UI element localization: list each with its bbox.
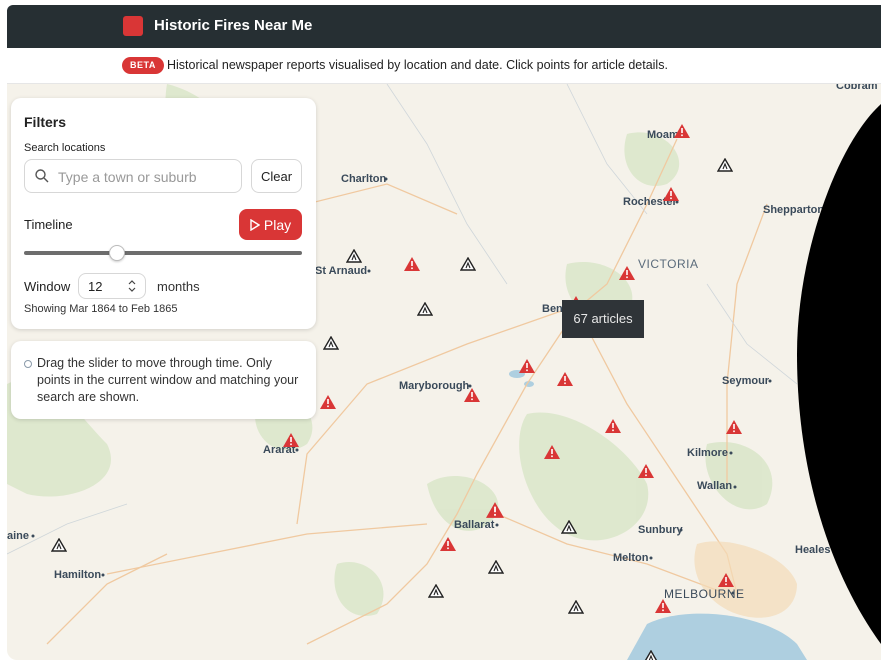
fire-alert-icon[interactable] [718,573,734,587]
play-label: Play [263,216,292,233]
fire-alert-icon[interactable] [320,395,336,409]
fire-outline-icon[interactable] [346,249,362,263]
window-label: Window [24,279,71,294]
play-button[interactable]: Play [239,209,302,240]
fire-alert-icon[interactable] [283,433,299,447]
place-label: Ballarat [454,519,495,531]
place-label: MELBOURNE [664,587,745,601]
top-bar: Historic Fires Near Me [7,5,881,48]
fire-outline-icon[interactable] [323,336,339,350]
place-label: VICTORIA [638,257,699,271]
fire-alert-icon[interactable] [638,464,654,478]
window-value: 12 [88,279,103,294]
slider-handle[interactable] [108,245,125,261]
fire-outline-icon[interactable] [488,560,504,574]
place-label: Wallan [697,480,733,492]
place-label: Charlton [341,173,387,185]
fire-alert-icon[interactable] [544,445,560,459]
fire-alert-icon[interactable] [726,420,742,434]
clear-button[interactable]: Clear [251,159,302,193]
fire-outline-icon[interactable] [417,302,433,316]
place-label: St Arnaud [315,265,368,277]
window-months-input[interactable]: 12 [78,273,146,299]
fire-alert-icon[interactable] [655,599,671,613]
fire-alert-icon[interactable] [557,372,573,386]
date-range-text: Showing Mar 1864 to Feb 1865 [24,303,178,315]
play-icon [250,218,261,231]
fire-alert-icon[interactable] [605,419,621,433]
help-text: Drag the slider to move through time. On… [37,356,299,404]
fire-alert-icon[interactable] [440,537,456,551]
fire-alert-icon[interactable] [619,266,635,280]
fire-alert-icon[interactable] [519,359,535,373]
place-label: Seymour [722,375,770,387]
search-label: Search locations [24,142,106,154]
place-label: Sunbury [638,524,683,536]
fire-outline-icon[interactable] [460,257,476,271]
filters-panel: Filters Search locations Clear Timeline … [11,98,316,329]
place-label: Kilmore [687,447,728,459]
stepper-icon[interactable] [127,279,137,293]
fire-alert-icon[interactable] [674,124,690,138]
place-label: Hamilton [54,569,102,581]
fire-outline-icon[interactable] [51,538,67,552]
window-unit: months [157,279,200,294]
help-panel: Drag the slider to move through time. On… [11,341,316,419]
app-title: Historic Fires Near Me [154,17,313,34]
fire-alert-icon[interactable] [404,257,420,271]
info-bar: BETA Historical newspaper reports visual… [7,48,881,84]
timeline-slider[interactable] [24,245,302,261]
cluster-tooltip: 67 articles [562,300,644,338]
app-root: Historic Fires Near Me BETA Historical n… [0,0,881,660]
fire-outline-icon[interactable] [643,650,659,660]
app-logo [123,16,143,36]
fire-alert-icon[interactable] [486,502,504,518]
fire-outline-icon[interactable] [717,158,733,172]
filters-title: Filters [24,114,67,130]
place-label: Maryborough [399,380,470,392]
search-box[interactable] [24,159,242,193]
fire-outline-icon[interactable] [428,584,444,598]
fire-alert-icon[interactable] [663,187,679,201]
screen-occlusion [797,104,881,644]
info-text: Historical newspaper reports visualised … [167,58,668,72]
place-label: Melton [613,552,649,564]
fire-outline-icon[interactable] [561,520,577,534]
fire-alert-icon[interactable] [464,388,480,402]
info-dot-icon [24,360,32,368]
search-input[interactable] [56,166,240,188]
place-label: aine [7,530,30,542]
search-icon [35,169,49,183]
fire-outline-icon[interactable] [568,600,584,614]
beta-badge: BETA [122,57,164,74]
timeline-label: Timeline [24,217,73,232]
